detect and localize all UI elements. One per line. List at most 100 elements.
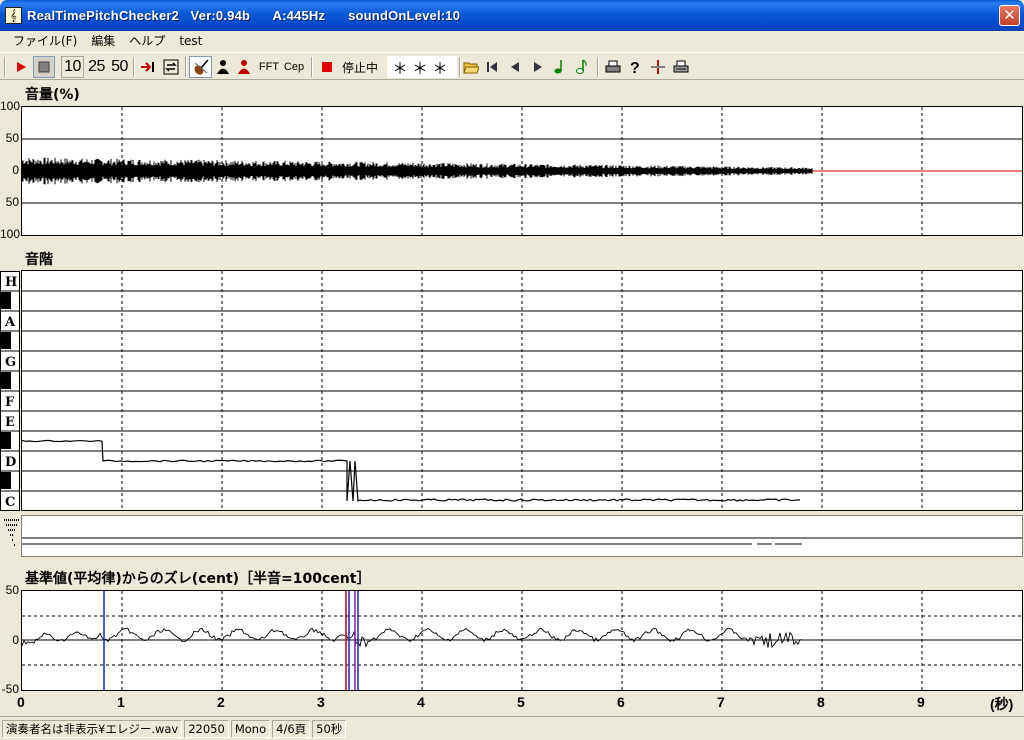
open-file-button[interactable] bbox=[461, 56, 481, 78]
singer-mode-button[interactable] bbox=[213, 56, 233, 78]
time-tick-label: 3 bbox=[317, 694, 325, 710]
toolbar: 10 25 50 FFT Cep 停止中 ＊＊＊ ? bbox=[0, 52, 1024, 80]
note-outline-button[interactable] bbox=[572, 56, 592, 78]
time-tick-label: 0 bbox=[17, 694, 25, 710]
indicator-dot bbox=[16, 519, 17, 521]
volume-waveform-path bbox=[22, 157, 813, 185]
toolbar-separator bbox=[597, 57, 599, 77]
status-filename: 演奏者名は非表示¥エレジー.wav bbox=[2, 719, 183, 738]
indicator-dot bbox=[14, 519, 15, 521]
arrow-to-bar-icon bbox=[141, 62, 154, 72]
cepstrum-button[interactable]: Cep bbox=[282, 56, 306, 78]
close-button[interactable]: ✕ bbox=[999, 5, 1020, 26]
window-title: RealTimePitchChecker2 Ver:0.94b A:445Hz … bbox=[27, 8, 461, 23]
indicator-dot bbox=[14, 524, 15, 526]
rate-25-button[interactable]: 25 bbox=[85, 56, 108, 78]
time-unit-label: (秒) bbox=[990, 696, 1014, 712]
note-segment-lines bbox=[22, 537, 1022, 545]
print-button[interactable] bbox=[603, 56, 623, 78]
note-label: F bbox=[5, 395, 15, 410]
time-tick-label: 8 bbox=[817, 694, 825, 710]
help-button[interactable]: ? bbox=[625, 56, 645, 78]
time-tick-label: 7 bbox=[717, 694, 725, 710]
indicator-dot bbox=[16, 524, 17, 526]
volume-tick-label: 50 bbox=[5, 195, 19, 209]
time-tick-label: 5 bbox=[517, 694, 525, 710]
printer-icon bbox=[605, 60, 621, 73]
question-mark-icon: ? bbox=[630, 60, 640, 75]
indicator-dot bbox=[10, 529, 11, 531]
toolbar-separator bbox=[4, 57, 6, 77]
indicator-dot bbox=[6, 519, 7, 521]
singer-female-button[interactable] bbox=[234, 56, 254, 78]
menu-file[interactable]: ファイル(F) bbox=[6, 32, 84, 51]
prev-icon bbox=[511, 62, 519, 72]
status-page: 4/6頁 bbox=[272, 719, 311, 738]
indicator-dot bbox=[18, 519, 19, 521]
indicator-dot bbox=[8, 519, 9, 521]
prev-page-button[interactable] bbox=[505, 56, 525, 78]
time-tick-label: 9 bbox=[917, 694, 925, 710]
person-red-icon bbox=[238, 60, 250, 74]
record-stop-button[interactable] bbox=[317, 56, 337, 78]
cent-trace-path bbox=[22, 627, 803, 649]
status-sample-rate: 22050 bbox=[184, 719, 229, 738]
toolbar-separator bbox=[185, 57, 187, 77]
time-tick-label: 4 bbox=[417, 694, 425, 710]
indicator-dot bbox=[14, 544, 15, 546]
menu-test[interactable]: test bbox=[172, 32, 209, 51]
indicator-dot bbox=[14, 529, 15, 531]
volume-tick-label: 100 bbox=[0, 227, 21, 241]
violin-mode-button[interactable] bbox=[189, 56, 212, 78]
loop-icon bbox=[163, 59, 179, 75]
time-tick-label: 6 bbox=[617, 694, 625, 710]
indicator-dot bbox=[6, 524, 7, 526]
note-segment-strip bbox=[21, 515, 1023, 557]
folder-open-icon bbox=[463, 62, 479, 74]
app-clef-icon[interactable]: 𝄞 bbox=[5, 7, 22, 24]
indicator-dot bbox=[8, 524, 9, 526]
indicator-dot bbox=[10, 534, 11, 536]
scale-panel-title: 音階 bbox=[25, 252, 53, 268]
volume-waveform bbox=[22, 107, 1022, 235]
indicator-dot bbox=[4, 519, 5, 521]
note-button[interactable] bbox=[550, 56, 570, 78]
first-page-button[interactable] bbox=[482, 56, 502, 78]
cent-deviation-plot[interactable] bbox=[21, 590, 1023, 691]
stop-button[interactable] bbox=[33, 56, 55, 78]
jump-end-button[interactable] bbox=[137, 56, 159, 78]
indicator-dot bbox=[12, 529, 13, 531]
scale-plot[interactable] bbox=[21, 270, 1023, 511]
indicator-dot bbox=[12, 539, 13, 541]
status-text: 停止中 bbox=[341, 60, 378, 75]
rate-50-button[interactable]: 50 bbox=[108, 56, 131, 78]
indicator-dot bbox=[12, 519, 13, 521]
menu-help[interactable]: ヘルプ bbox=[122, 32, 172, 51]
fft-button[interactable]: FFT bbox=[257, 56, 281, 78]
cent-deviation-trace bbox=[22, 591, 1022, 690]
music-note-outline-icon bbox=[576, 59, 587, 74]
crosshair-icon bbox=[651, 60, 665, 74]
play-button[interactable] bbox=[10, 56, 32, 78]
time-tick-label: 2 bbox=[217, 694, 225, 710]
next-page-button[interactable] bbox=[528, 56, 548, 78]
print-setup-button[interactable] bbox=[671, 56, 691, 78]
volume-plot[interactable] bbox=[21, 106, 1023, 236]
next-icon bbox=[534, 62, 542, 72]
segment-indicator-dots bbox=[4, 519, 19, 546]
loop-button[interactable] bbox=[160, 56, 182, 78]
marker-button[interactable] bbox=[648, 56, 668, 78]
cent-tick-label: 0 bbox=[12, 633, 19, 647]
stop-icon bbox=[38, 61, 50, 73]
piano-keyboard[interactable]: H A G FE D C bbox=[0, 271, 20, 511]
black-key bbox=[1, 292, 11, 309]
black-key bbox=[1, 372, 11, 389]
menu-edit[interactable]: 編集 bbox=[84, 32, 122, 51]
play-icon bbox=[17, 62, 26, 72]
rate-10-button[interactable]: 10 bbox=[61, 56, 84, 78]
printer-setup-icon bbox=[673, 60, 689, 73]
black-key bbox=[1, 432, 11, 449]
title-bar[interactable]: 𝄞 RealTimePitchChecker2 Ver:0.94b A:445H… bbox=[0, 0, 1024, 31]
status-bar: 演奏者名は非表示¥エレジー.wav 22050 Mono 4/6頁 50秒 bbox=[0, 716, 1024, 740]
stop-red-icon bbox=[322, 62, 332, 72]
